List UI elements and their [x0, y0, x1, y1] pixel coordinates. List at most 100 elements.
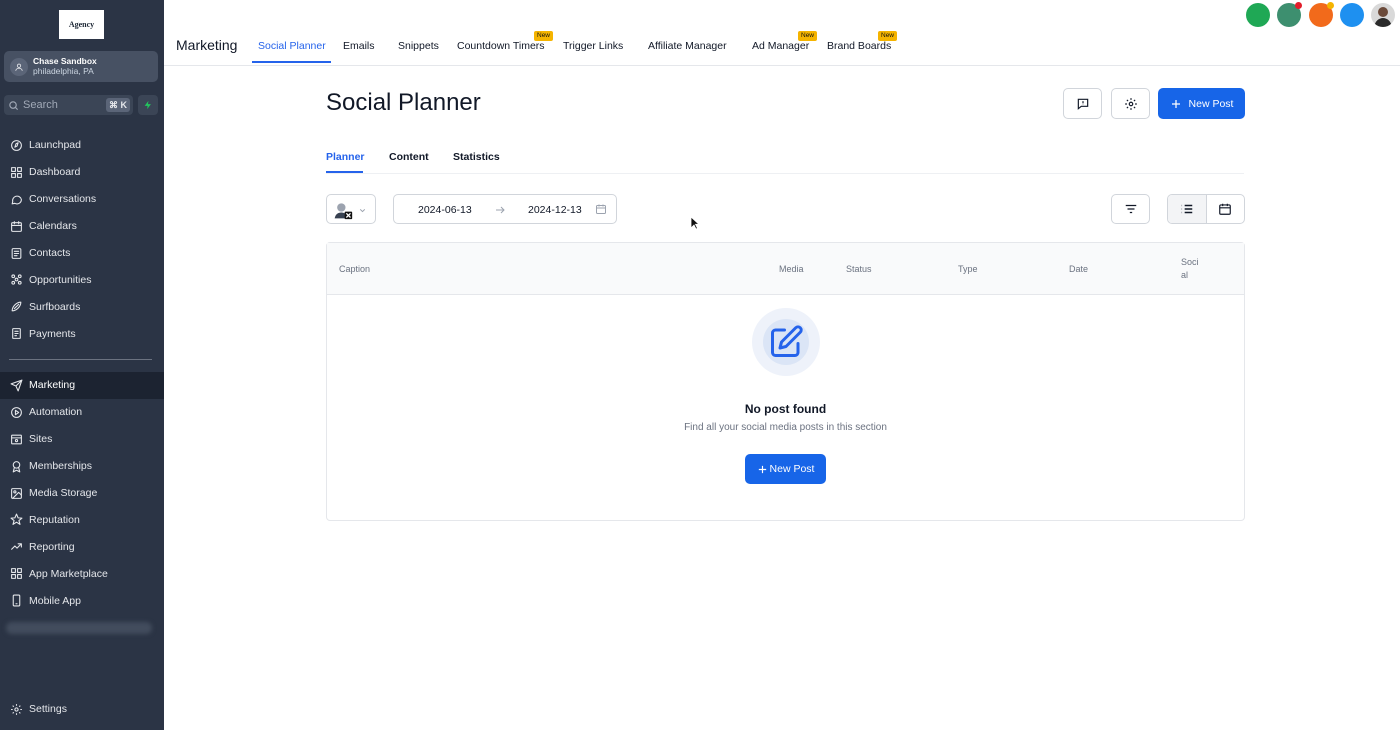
list-view-button[interactable] — [1168, 195, 1207, 223]
filter-icon — [1125, 204, 1136, 214]
new-badge: New — [534, 31, 554, 41]
subtab-content[interactable]: Content — [389, 151, 429, 163]
sidebar-item-label: Opportunities — [29, 273, 92, 286]
social-avatar-icon — [334, 203, 353, 220]
agency-logo[interactable]: Agency — [59, 10, 104, 39]
user-avatar[interactable] — [1371, 3, 1395, 27]
status-circle-green[interactable] — [1246, 3, 1270, 27]
empty-state-illustration — [752, 308, 820, 376]
blurred-item — [6, 622, 152, 634]
trend-icon — [11, 543, 22, 551]
edit-icon — [771, 325, 803, 357]
section-title: Marketing — [176, 37, 238, 53]
sidebar-item-launchpad[interactable]: Launchpad — [0, 132, 164, 159]
feedback-button[interactable] — [1063, 88, 1102, 119]
sidebar-item-mobile-app[interactable]: Mobile App — [0, 587, 164, 614]
column-media[interactable]: Media — [779, 264, 804, 274]
mouse-cursor-icon — [690, 216, 700, 230]
subtab-planner[interactable]: Planner — [326, 151, 365, 163]
launchpad-icon — [11, 140, 22, 151]
notification-dot — [1327, 2, 1334, 9]
active-subtab-indicator — [326, 171, 363, 173]
search-icon — [9, 100, 19, 110]
date-range-picker[interactable]: 2024-06-13 2024-12-13 — [393, 194, 617, 224]
sidebar-item-label: Contacts — [29, 247, 71, 259]
nav-secondary: Marketing Automation Sites Memberships Media… — [0, 372, 164, 614]
tab-emails[interactable]: Emails — [343, 40, 375, 52]
sidebar-item-contacts[interactable]: Contacts — [0, 240, 164, 267]
tab-countdown-timers[interactable]: Countdown Timers — [457, 40, 545, 52]
new-post-label: New Post — [1188, 97, 1234, 110]
sidebar-item-reporting[interactable]: Reporting — [0, 533, 164, 560]
image-icon — [11, 487, 22, 499]
dashboard-icon — [11, 166, 22, 178]
subtab-statistics[interactable]: Statistics — [453, 151, 500, 163]
column-caption[interactable]: Caption — [339, 264, 370, 274]
column-type[interactable]: Type — [958, 264, 978, 274]
chevron-down-icon — [359, 209, 366, 213]
tab-trigger-links[interactable]: Trigger Links — [563, 40, 623, 52]
sidebar-item-label: App Marketplace — [29, 567, 108, 580]
sidebar-item-opportunities[interactable]: Opportunities — [0, 266, 164, 293]
badge-icon — [12, 460, 21, 473]
opportunities-icon — [11, 274, 22, 286]
account-switcher[interactable]: Chase Sandbox philadelphia, PA — [4, 51, 158, 82]
filter-button[interactable] — [1111, 194, 1150, 224]
plus-icon — [1171, 99, 1180, 108]
tab-ad-manager[interactable]: Ad Manager — [752, 40, 809, 52]
settings-button[interactable] — [1111, 88, 1150, 119]
calendar-icon — [596, 204, 606, 214]
sidebar-item-calendars[interactable]: Calendars — [0, 213, 164, 240]
payments-icon — [12, 328, 21, 340]
sidebar-item-reputation[interactable]: Reputation — [0, 506, 164, 533]
sidebar-item-surfboards[interactable]: Surfboards — [0, 293, 164, 320]
sidebar-item-dashboard[interactable]: Dashboard — [0, 159, 164, 186]
posts-table: Caption Media Status Type Date Soci al N… — [326, 242, 1245, 521]
contacts-icon — [11, 247, 22, 259]
surfboard-icon — [11, 301, 22, 312]
star-icon — [10, 513, 23, 526]
sidebar-item-label: Payments — [29, 327, 76, 340]
account-filter-select[interactable] — [326, 194, 376, 224]
column-status[interactable]: Status — [846, 264, 872, 274]
sidebar-item-media-storage[interactable]: Media Storage — [0, 480, 164, 507]
sidebar-divider — [9, 359, 152, 360]
sidebar-item-label: Reporting — [29, 540, 75, 553]
gear-icon — [11, 704, 22, 715]
calendar-icon — [1219, 203, 1232, 215]
empty-new-post-button[interactable]: New Post — [745, 454, 826, 484]
search-input[interactable]: Search ⌘ K — [4, 95, 133, 115]
empty-state-title: No post found — [744, 402, 827, 416]
new-post-button[interactable]: New Post — [1158, 88, 1245, 119]
sidebar-item-payments[interactable]: Payments — [0, 320, 164, 347]
calendar-view-button[interactable] — [1207, 195, 1245, 223]
sidebar-item-label: Calendars — [29, 220, 77, 233]
feedback-icon — [1077, 98, 1088, 110]
quick-action-button[interactable] — [138, 95, 158, 115]
sidebar-item-label: Reputation — [29, 513, 80, 526]
sidebar-item-memberships[interactable]: Memberships — [0, 453, 164, 480]
active-tab-indicator — [252, 61, 331, 63]
tab-snippets[interactable]: Snippets — [398, 40, 439, 52]
tab-affiliate-manager[interactable]: Affiliate Manager — [648, 40, 727, 52]
sidebar-item-label: Dashboard — [29, 166, 81, 179]
status-circle-blue[interactable] — [1340, 3, 1364, 27]
sidebar-item-settings[interactable]: Settings — [0, 696, 164, 723]
grid-icon — [11, 568, 22, 580]
sidebar-item-conversations[interactable]: Conversations — [0, 186, 164, 213]
sidebar-item-app-marketplace[interactable]: App Marketplace — [0, 560, 164, 587]
empty-state-subtitle: Find all your social media posts in this… — [684, 422, 887, 433]
plus-icon — [758, 465, 766, 473]
sidebar-item-marketing[interactable]: Marketing — [0, 372, 164, 399]
sidebar-item-sites[interactable]: Sites — [0, 426, 164, 453]
nav-primary: Launchpad Dashboard Conversations Calendars… — [0, 132, 164, 347]
tab-brand-boards[interactable]: Brand Boards — [827, 40, 891, 52]
column-social[interactable]: Soci al — [1181, 256, 1205, 282]
notification-dot — [1295, 2, 1302, 9]
sidebar-item-automation[interactable]: Automation — [0, 399, 164, 426]
arrow-right-icon — [496, 206, 505, 214]
tab-social-planner[interactable]: Social Planner — [258, 40, 326, 52]
date-end: 2024-12-13 — [528, 204, 582, 216]
new-badge: New — [878, 31, 898, 41]
column-date[interactable]: Date — [1069, 264, 1088, 274]
